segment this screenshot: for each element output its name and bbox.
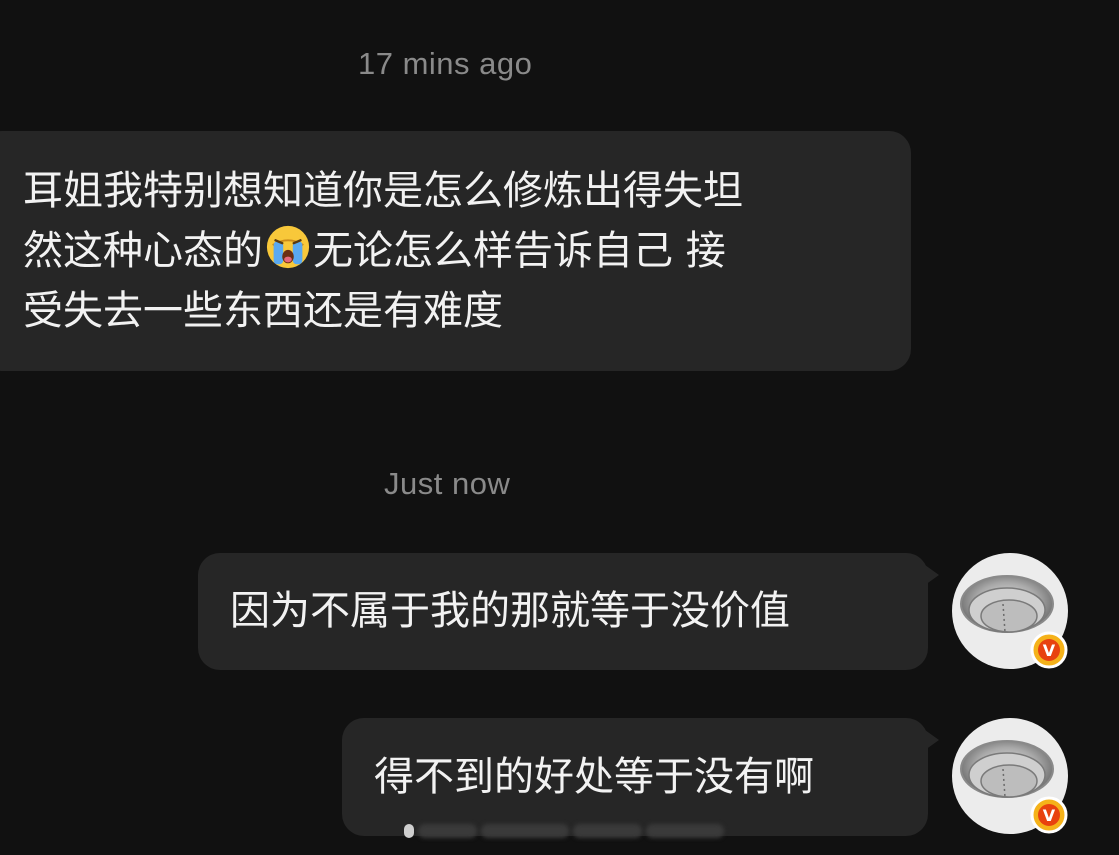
incoming-message-line-2a: 然这种心态的 — [23, 228, 263, 274]
incoming-message-line-1: 耳姐我特别想知道你是怎么修炼出得失坦 — [23, 168, 743, 214]
outgoing-message-text: 得不到的好处等于没有啊 — [374, 754, 814, 800]
incoming-message-bubble[interactable]: 耳姐我特别想知道你是怎么修炼出得失坦 然这种心态的 无论怎么样告诉自己 接 受失… — [0, 131, 911, 371]
outgoing-message-bubble[interactable]: 因为不属于我的那就等于没价值 — [198, 553, 928, 670]
blurred-cutoff-content — [404, 820, 725, 842]
timestamp-just-now: Just now — [384, 466, 511, 501]
timestamp-17-mins-ago: 17 mins ago — [358, 46, 533, 81]
avatar[interactable]: V — [951, 717, 1069, 835]
incoming-message-line-3: 受失去一些东西还是有难度 — [23, 288, 503, 334]
svg-text:V: V — [1043, 641, 1056, 660]
avatar[interactable]: V — [951, 552, 1069, 670]
outgoing-message-bubble[interactable]: 得不到的好处等于没有啊 — [342, 718, 928, 836]
bubble-tail — [925, 730, 939, 750]
bubble-tail — [925, 565, 939, 585]
outgoing-message-text: 因为不属于我的那就等于没价值 — [230, 588, 790, 634]
svg-text:V: V — [1043, 806, 1056, 825]
crying-face-emoji-icon — [266, 225, 310, 269]
incoming-message-line-2b: 无论怎么样告诉自己 接 — [313, 228, 726, 274]
